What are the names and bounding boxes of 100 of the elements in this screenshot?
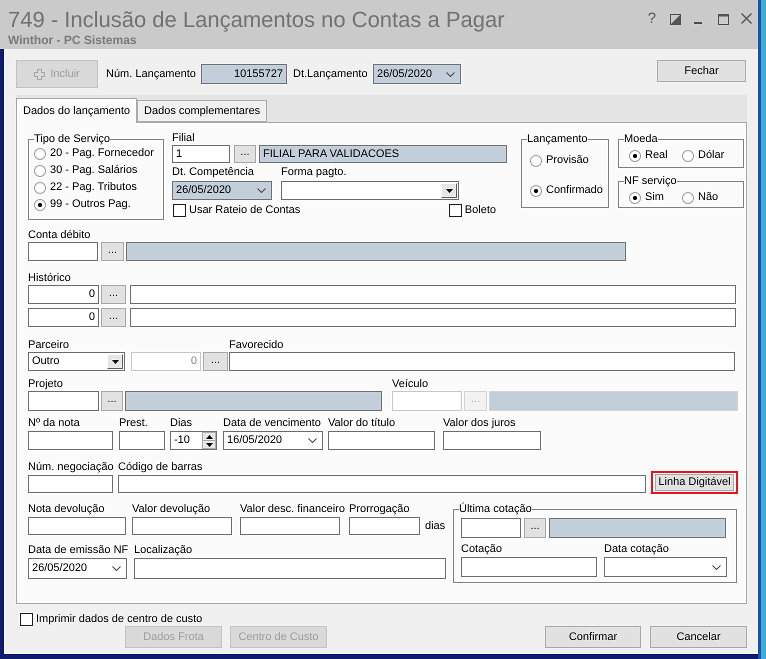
field-label: Veículo <box>392 378 428 391</box>
maximize-icon[interactable] <box>718 14 729 25</box>
text-field[interactable] <box>130 285 736 304</box>
dropdown-field[interactable] <box>281 181 459 200</box>
field-label: Conta débito <box>28 229 90 242</box>
text-field[interactable] <box>134 558 446 579</box>
field-label: Parceiro <box>28 339 69 352</box>
text-field[interactable] <box>28 431 113 450</box>
radio-button[interactable]: 20 - Pag. Fornecedor <box>34 147 154 160</box>
field-label: Dt.Lançamento <box>293 68 368 80</box>
group-title: Moeda <box>624 133 658 146</box>
text-field[interactable] <box>443 431 541 450</box>
field-label: Código de barras <box>118 461 202 474</box>
text-field[interactable] <box>328 431 435 450</box>
text-field[interactable] <box>28 517 126 535</box>
group-title: Tipo de Serviço <box>34 133 110 146</box>
group-title: Lançamento <box>527 133 588 146</box>
dialog-button[interactable]: Confirmar <box>545 626 641 648</box>
field-label: Dias <box>170 417 192 430</box>
field-label: Valor devolução <box>132 503 210 516</box>
field-label: Núm. negociação <box>28 461 114 474</box>
text-field[interactable] <box>349 517 420 535</box>
dropdown-arrow-button[interactable] <box>107 354 123 369</box>
triangle-down-icon <box>112 360 118 364</box>
unit-label: dias <box>425 520 446 533</box>
dropdown-field[interactable]: Outro <box>28 352 125 371</box>
radio-button[interactable]: 99 - Outros Pag. <box>34 198 131 211</box>
triangle-up-icon <box>206 434 212 438</box>
text-field[interactable]: 0 <box>28 285 99 304</box>
field-label: Data de vencimento <box>223 417 321 430</box>
field-label: Forma pagto. <box>281 166 346 179</box>
linha-digitavel-button[interactable]: Linha Digitável <box>655 474 734 491</box>
readonly-field: FILIAL PARA VALIDACOES <box>259 145 507 163</box>
text-field[interactable] <box>130 308 736 327</box>
text-field[interactable] <box>461 557 597 577</box>
text-field[interactable] <box>118 475 646 493</box>
help-button[interactable]: ? <box>648 11 656 26</box>
ellipsis-button[interactable]: ... <box>101 391 123 411</box>
ellipsis-button[interactable]: ... <box>203 352 228 371</box>
close-dialog-button[interactable]: Fechar <box>657 60 746 82</box>
radio-button[interactable]: Sim <box>629 191 664 204</box>
dropdown-arrow-button[interactable] <box>441 183 457 198</box>
spin-field[interactable]: -10 <box>170 431 217 450</box>
field-label: Valor do título <box>328 417 396 430</box>
field-label: Favorecido <box>229 339 284 352</box>
date-dropdown[interactable]: 26/05/2020 <box>373 64 461 84</box>
date-dropdown[interactable]: 16/05/2020 <box>223 431 323 450</box>
contrast-icon[interactable] <box>670 14 681 25</box>
text-field[interactable] <box>119 431 165 450</box>
radio-button[interactable]: Confirmado <box>530 184 603 197</box>
checkbox[interactable]: Boleto <box>448 204 496 217</box>
group-title: Última cotação <box>459 503 532 516</box>
ellipsis-button[interactable]: ... <box>101 308 126 327</box>
checkbox[interactable]: Usar Rateio de Contas <box>173 204 300 217</box>
field-label: Valor desc. financeiro <box>240 503 345 516</box>
field-label: Cotação <box>461 543 502 556</box>
field-label: Valor dos juros <box>443 417 516 430</box>
chevron-down-icon <box>712 564 721 570</box>
text-field[interactable]: 0 <box>28 308 99 327</box>
text-field[interactable] <box>28 242 98 261</box>
text-field[interactable] <box>461 518 521 538</box>
text-field[interactable] <box>28 391 99 411</box>
window-subtitle: Winthor - PC Sistemas <box>8 33 138 47</box>
checkbox[interactable]: Imprimir dados de centro de custo <box>20 613 202 626</box>
field-label: Filial <box>172 132 195 145</box>
close-icon[interactable] <box>741 13 752 24</box>
triangle-down-icon <box>446 188 452 192</box>
radio-button[interactable]: 30 - Pag. Salários <box>34 164 138 177</box>
ellipsis-button[interactable]: ... <box>101 242 124 261</box>
text-field[interactable] <box>229 352 735 371</box>
chevron-down-icon <box>446 72 455 76</box>
radio-button[interactable]: Dólar <box>682 149 724 162</box>
field-label: Núm. Lançamento <box>106 68 196 80</box>
text-field[interactable] <box>240 517 340 535</box>
chevron-down-icon <box>112 566 121 571</box>
ellipsis-button[interactable]: ... <box>234 145 256 163</box>
plus-icon <box>34 68 46 80</box>
date-dropdown[interactable] <box>604 557 727 577</box>
field-label: Prorrogação <box>349 503 410 516</box>
spin-up-button[interactable] <box>202 432 216 441</box>
spin-down-button[interactable] <box>202 441 216 449</box>
field-label: Localização <box>134 544 192 557</box>
field-label: Prest. <box>119 417 148 430</box>
date-dropdown[interactable]: 26/05/2020 <box>172 181 272 200</box>
field-label: Nº da nota <box>28 417 80 430</box>
ellipsis-button[interactable]: ... <box>101 285 126 304</box>
tab[interactable]: Dados do lançamento <box>16 98 138 123</box>
radio-button[interactable]: 22 - Pag. Tributos <box>34 181 137 194</box>
radio-button[interactable]: Provisão <box>530 154 589 167</box>
ellipsis-button[interactable]: ... <box>524 518 546 538</box>
text-field[interactable] <box>28 475 113 493</box>
radio-button[interactable]: Real <box>629 149 668 162</box>
date-dropdown[interactable]: 26/05/2020 <box>28 558 127 579</box>
text-field[interactable]: 1 <box>172 145 230 163</box>
window-title: 749 - Inclusão de Lançamentos no Contas a Pagar <box>8 7 505 33</box>
text-field[interactable] <box>132 517 232 535</box>
field-label: Dt. Competência <box>172 166 254 179</box>
radio-button[interactable]: Não <box>682 191 718 204</box>
dialog-button[interactable]: Cancelar <box>650 626 747 648</box>
tab[interactable]: Dados complementares <box>137 100 268 122</box>
